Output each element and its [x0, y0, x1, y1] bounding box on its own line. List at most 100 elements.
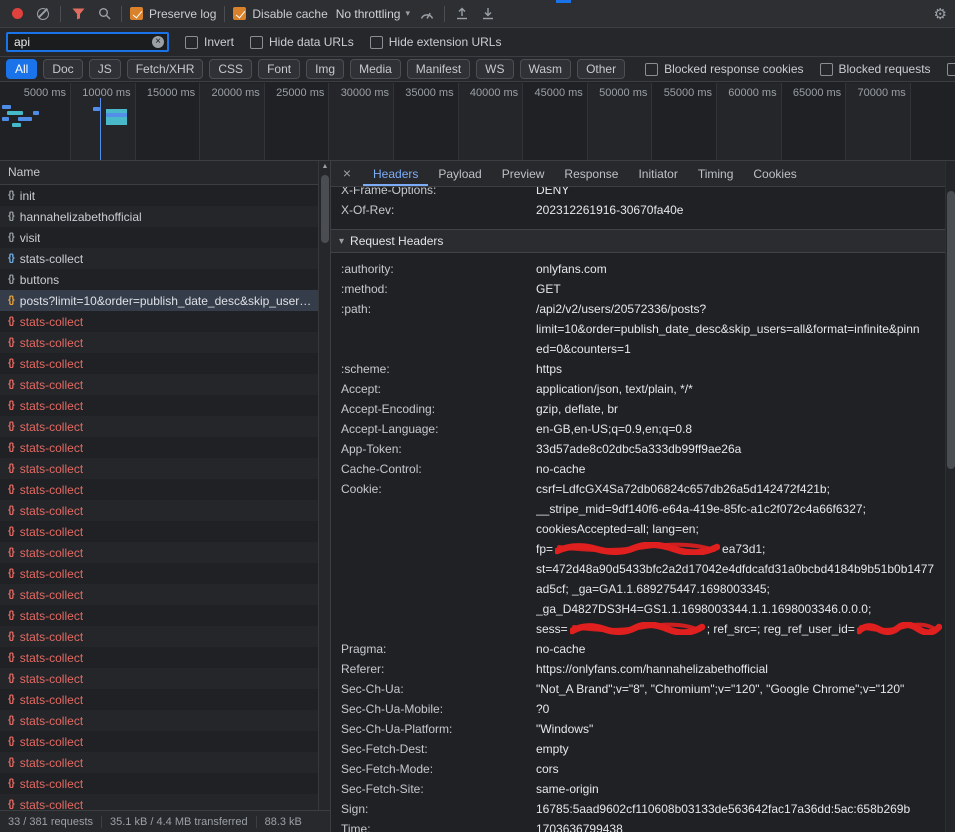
type-filter-fetch-xhr[interactable]: Fetch/XHR: [127, 59, 204, 79]
request-headers-section[interactable]: ▾Request Headers: [331, 229, 945, 253]
request-row[interactable]: {}stats-collect: [0, 794, 318, 810]
request-row[interactable]: {}stats-collect: [0, 605, 318, 626]
name-column-header[interactable]: Name: [0, 161, 318, 185]
request-name: buttons: [20, 273, 59, 287]
preserve-log-checkbox[interactable]: Preserve log: [130, 7, 216, 21]
type-filter-js[interactable]: JS: [89, 59, 121, 79]
request-row[interactable]: {}buttons: [0, 269, 318, 290]
value-text: _ga_D4827DS3H4=GS1.1.1698003344.1.1.1698…: [536, 602, 871, 616]
hide-data-urls-checkbox[interactable]: Hide data URLs: [250, 35, 354, 49]
request-row[interactable]: {}stats-collect: [0, 248, 318, 269]
request-row[interactable]: {}stats-collect: [0, 542, 318, 563]
request-list: {}init{}hannahelizabethofficial{}visit {}…: [0, 185, 318, 810]
search-icon[interactable]: [95, 5, 113, 23]
tab-initiator[interactable]: Initiator: [628, 161, 687, 186]
type-filter-media[interactable]: Media: [350, 59, 401, 79]
tab-preview[interactable]: Preview: [492, 161, 555, 186]
scrollbar-thumb[interactable]: [321, 175, 329, 243]
3rd-party-requests-checkbox[interactable]: 3rd-party requests: [947, 62, 955, 76]
overview-strip[interactable]: 5000 ms10000 ms15000 ms20000 ms25000 ms3…: [0, 83, 955, 161]
filter-icon[interactable]: [69, 5, 87, 23]
top-blue-indicator: [556, 0, 571, 3]
request-row[interactable]: {}stats-collect: [0, 374, 318, 395]
network-conditions-icon[interactable]: [418, 5, 436, 23]
request-row[interactable]: {}stats-collect: [0, 584, 318, 605]
invert-checkbox[interactable]: Invert: [185, 35, 234, 49]
request-row[interactable]: {}stats-collect: [0, 626, 318, 647]
request-name: stats-collect: [20, 483, 83, 497]
filter-input[interactable]: [6, 32, 169, 52]
request-row[interactable]: {}stats-collect: [0, 437, 318, 458]
type-filter-manifest[interactable]: Manifest: [407, 59, 470, 79]
settings-gear-icon[interactable]: ⚙: [934, 5, 947, 23]
request-list-scrollbar[interactable]: ▲: [318, 161, 330, 810]
request-row[interactable]: {}stats-collect: [0, 416, 318, 437]
request-row[interactable]: {}visit: [0, 227, 318, 248]
xhr-braces-icon: {}: [8, 421, 14, 432]
request-row[interactable]: {}stats-collect: [0, 731, 318, 752]
request-row[interactable]: {}init: [0, 185, 318, 206]
xhr-braces-icon: {}: [8, 547, 14, 558]
request-row[interactable]: {}stats-collect: [0, 773, 318, 794]
value-text: 16785:5aad9602cf110608b03133de563642fac1…: [536, 802, 910, 816]
request-row[interactable]: {}stats-collect: [0, 689, 318, 710]
type-filter-wasm[interactable]: Wasm: [520, 59, 572, 79]
request-row[interactable]: {}stats-collect: [0, 395, 318, 416]
throttling-dropdown[interactable]: No throttling ▾: [336, 7, 410, 21]
value-text: gzip, deflate, br: [536, 402, 618, 416]
value-text: csrf=LdfcGX4Sa72db06824c657db26a5d142472…: [536, 482, 830, 496]
overview-tick-label: 70000 ms: [848, 87, 906, 99]
tab-headers[interactable]: Headers: [363, 161, 428, 186]
clipped-header-row: X-Frame-Options:DENY: [331, 187, 945, 200]
header-name: Pragma:: [341, 639, 536, 659]
export-har-icon[interactable]: [479, 5, 497, 23]
type-filter-css[interactable]: CSS: [209, 59, 252, 79]
disable-cache-checkbox[interactable]: Disable cache: [233, 7, 327, 21]
header-value-line: 1703636799438: [536, 819, 945, 832]
hide-extension-urls-checkbox[interactable]: Hide extension URLs: [370, 35, 502, 49]
header-row: App-Token:33d57ade8c02dbc5a333db99ff9ae2…: [331, 439, 945, 459]
request-row[interactable]: {}stats-collect: [0, 647, 318, 668]
request-row[interactable]: {}stats-collect: [0, 752, 318, 773]
header-name: :scheme:: [341, 359, 536, 379]
close-icon[interactable]: ×: [331, 161, 363, 186]
request-row[interactable]: {}stats-collect: [0, 521, 318, 542]
header-value-line: gzip, deflate, br: [536, 399, 945, 419]
request-row[interactable]: {}stats-collect: [0, 710, 318, 731]
scrollbar-thumb[interactable]: [947, 191, 955, 469]
value-text: 1703636799438: [536, 822, 623, 832]
import-har-icon[interactable]: [453, 5, 471, 23]
request-row[interactable]: {}stats-collect: [0, 353, 318, 374]
type-filter-doc[interactable]: Doc: [43, 59, 82, 79]
details-scrollbar[interactable]: [945, 161, 955, 832]
request-row[interactable]: {} stats-collect: [0, 479, 318, 500]
tab-timing[interactable]: Timing: [688, 161, 744, 186]
type-filter-all[interactable]: All: [6, 59, 37, 79]
xhr-braces-icon: {}: [8, 484, 14, 495]
type-filter-img[interactable]: Img: [306, 59, 344, 79]
header-name: Accept-Encoding:: [341, 399, 536, 419]
tab-response[interactable]: Response: [554, 161, 628, 186]
headers-content: X-Frame-Options:DENYX-Of-Rev:20231226191…: [331, 187, 945, 832]
record-button[interactable]: [8, 5, 26, 23]
type-filter-other[interactable]: Other: [577, 59, 625, 79]
request-row[interactable]: {}stats-collect: [0, 563, 318, 584]
tab-payload[interactable]: Payload: [428, 161, 491, 186]
request-row[interactable]: {}stats-collect: [0, 500, 318, 521]
header-value-line: limit=10&order=publish_date_desc&skip_us…: [536, 319, 945, 339]
request-row[interactable]: {}hannahelizabethofficial: [0, 206, 318, 227]
tab-cookies[interactable]: Cookies: [743, 161, 806, 186]
header-row: Sec-Ch-Ua:"Not_A Brand";v="8", "Chromium…: [331, 679, 945, 699]
request-row[interactable]: {}stats-collect: [0, 668, 318, 689]
clear-filter-icon[interactable]: ×: [152, 36, 164, 48]
overview-tick-label: 55000 ms: [654, 87, 712, 99]
request-row[interactable]: {}stats-collect: [0, 458, 318, 479]
type-filter-ws[interactable]: WS: [476, 59, 513, 79]
clear-button[interactable]: [34, 5, 52, 23]
request-row[interactable]: {}posts?limit=10&order=publish_date_desc…: [0, 290, 318, 311]
blocked-requests-checkbox[interactable]: Blocked requests: [820, 62, 931, 76]
request-row[interactable]: {}stats-collect: [0, 311, 318, 332]
type-filter-font[interactable]: Font: [258, 59, 300, 79]
blocked-response-cookies-checkbox[interactable]: Blocked response cookies: [645, 62, 803, 76]
request-row[interactable]: {}stats-collect: [0, 332, 318, 353]
